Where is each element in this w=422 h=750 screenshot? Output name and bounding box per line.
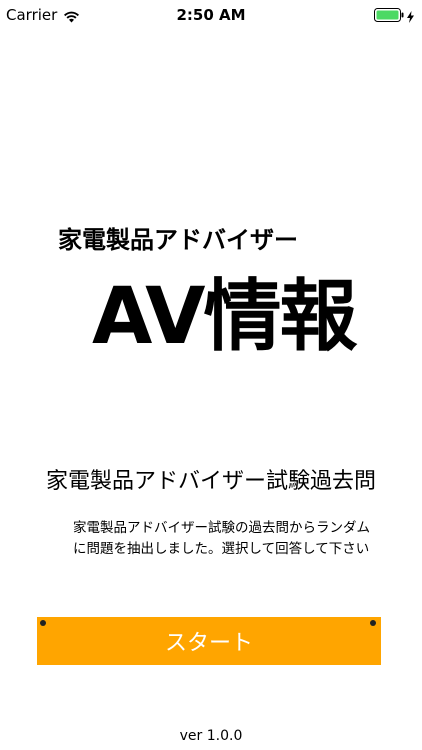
button-corner-dot (370, 620, 376, 626)
hero-title: AV情報 (92, 272, 357, 362)
button-corner-dot (40, 620, 46, 626)
start-button-label: スタート (164, 631, 253, 656)
app-screen: Carrier 2:50 AM 家電製品アドバイザー AV情報 家電製品アドバイ… (0, 0, 422, 750)
status-time: 2:50 AM (176, 6, 246, 24)
battery-group (374, 7, 414, 23)
hero-subtitle: 家電製品アドバイザー (58, 226, 298, 254)
battery-icon (374, 7, 404, 22)
start-button[interactable]: スタート (37, 617, 381, 665)
charging-bolt-icon (407, 8, 414, 23)
status-bar: Carrier 2:50 AM (0, 0, 422, 30)
exam-title: 家電製品アドバイザー試験過去問 (45, 469, 376, 494)
exam-description: 家電製品アドバイザー試験の過去問からランダムに問題を抽出しました。選択して回答し… (73, 520, 370, 557)
version-label: ver 1.0.0 (179, 728, 243, 744)
